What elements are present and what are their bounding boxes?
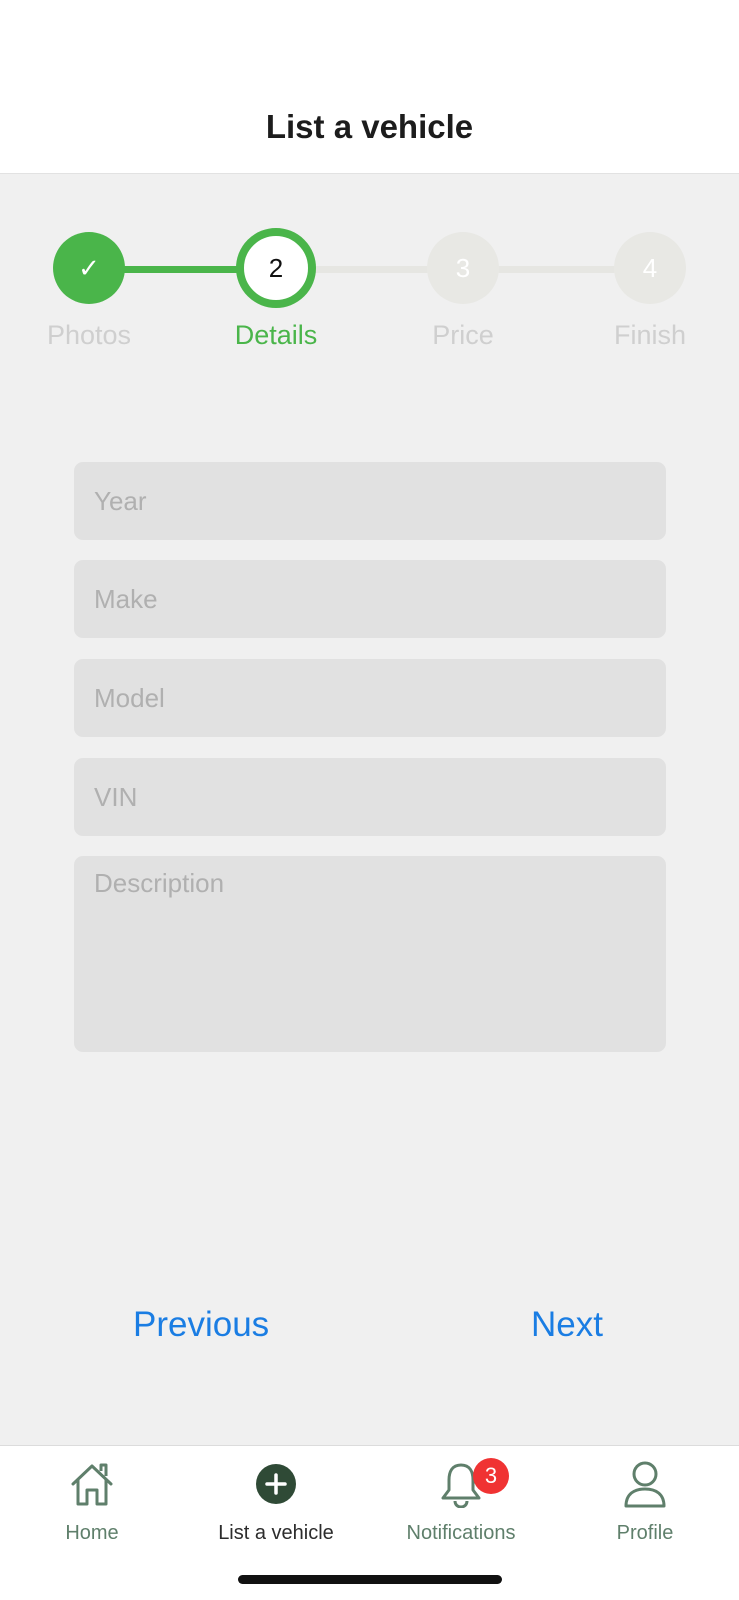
notification-badge: 3: [473, 1458, 509, 1494]
bell-icon: 3: [369, 1458, 553, 1510]
step-1-label: Photos: [46, 320, 132, 350]
tab-profile-label: Profile: [616, 1522, 674, 1544]
progress-stepper: ✓ 2 3 4 Photos Details Price Finish: [0, 224, 739, 364]
previous-button[interactable]: Previous: [133, 1305, 269, 1345]
person-icon: [553, 1458, 737, 1510]
step-connector-done: [124, 266, 244, 273]
model-input[interactable]: [74, 659, 666, 737]
step-number: 4: [642, 252, 658, 283]
checkmark-icon: ✓: [78, 252, 100, 283]
description-textarea[interactable]: [74, 856, 666, 1052]
step-connector-pending: [498, 266, 616, 273]
header: List a vehicle: [0, 0, 739, 174]
step-number: 2: [268, 252, 284, 283]
home-indicator: [238, 1575, 502, 1584]
tab-list-vehicle-label: List a vehicle: [218, 1522, 334, 1544]
make-input[interactable]: [74, 560, 666, 638]
step-3-label: Price: [432, 320, 494, 350]
step-2-label: Details: [234, 320, 318, 350]
step-2-circle: 2: [236, 228, 316, 308]
vin-input[interactable]: [74, 758, 666, 836]
tab-profile[interactable]: Profile: [553, 1458, 737, 1558]
tab-notifications[interactable]: 3 Notifications: [369, 1458, 553, 1558]
tab-list-vehicle[interactable]: List a vehicle: [184, 1458, 368, 1558]
tab-home[interactable]: Home: [0, 1458, 184, 1558]
plus-circle-icon: [184, 1458, 368, 1510]
step-1-circle: ✓: [53, 232, 125, 304]
step-number: 3: [455, 252, 471, 283]
step-3-circle: 3: [427, 232, 499, 304]
page-title: List a vehicle: [265, 108, 474, 145]
step-connector-pending: [314, 266, 430, 273]
next-button[interactable]: Next: [531, 1305, 603, 1345]
step-4-circle: 4: [614, 232, 686, 304]
step-4-label: Finish: [613, 320, 687, 350]
tab-notifications-label: Notifications: [406, 1522, 516, 1544]
tab-home-label: Home: [65, 1522, 119, 1544]
year-input[interactable]: [74, 462, 666, 540]
home-icon: [0, 1458, 184, 1510]
